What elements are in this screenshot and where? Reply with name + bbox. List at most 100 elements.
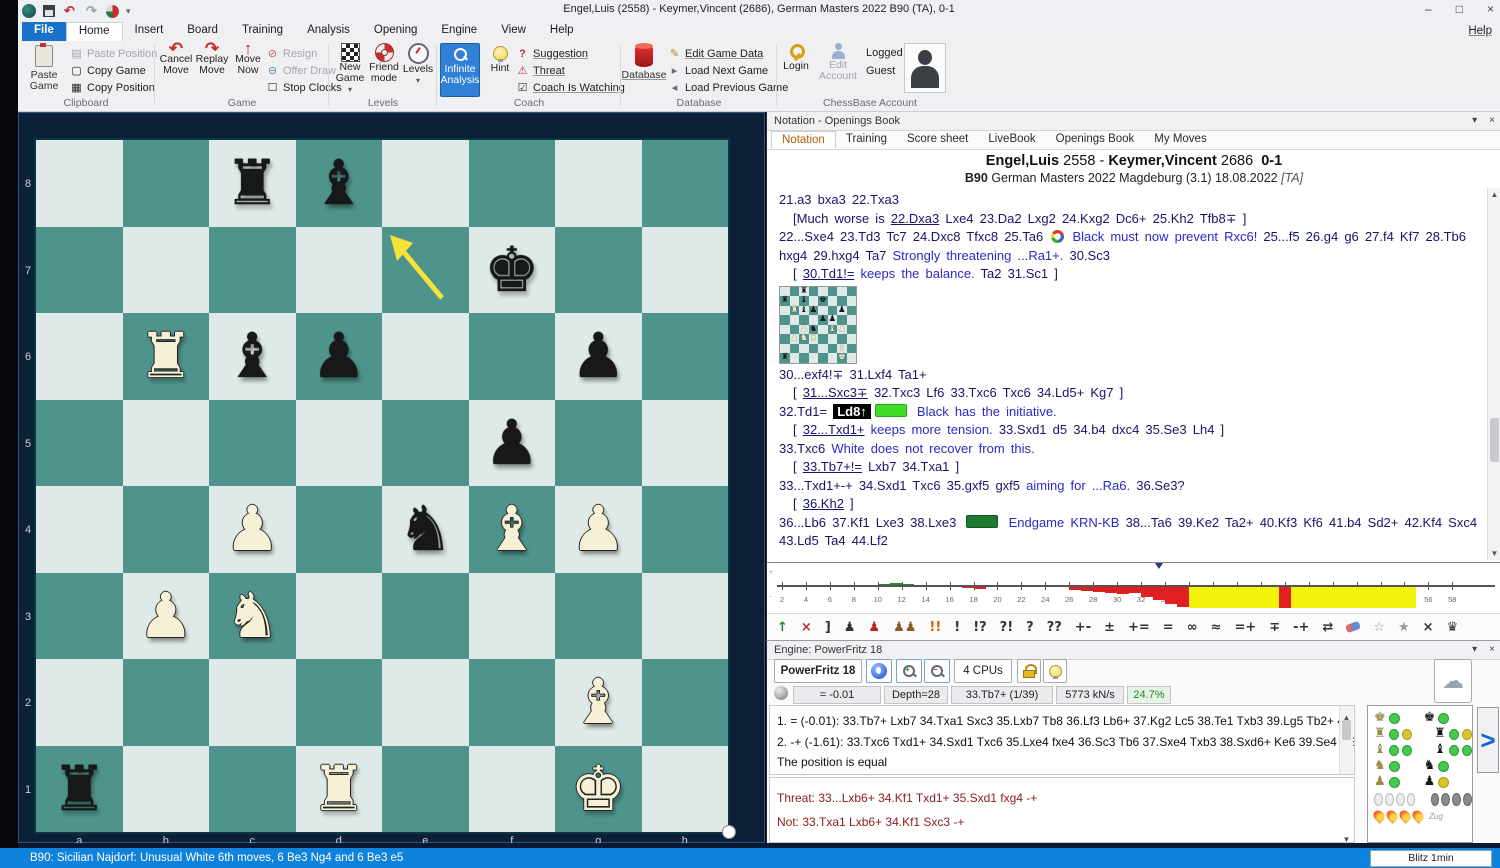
login-button[interactable]: Login [780,43,812,95]
move-text[interactable]: 30.Sc3 [1069,248,1109,263]
piece-black-K-f7[interactable]: ♚ [469,227,556,314]
move-text[interactable]: Endgame KRN-KB [1002,515,1125,530]
move-text[interactable]: 33.Sxd1 d5 34.b4 dxc4 35.Se3 Lh4 ] [999,422,1224,437]
square-h3[interactable] [642,573,729,660]
move-text[interactable]: Black must now prevent Rxc6! [1066,229,1263,244]
annotation-symbol-11[interactable]: ?? [1047,620,1062,635]
annotation-symbol-13[interactable]: ± [1104,620,1115,635]
square-b1[interactable] [123,746,210,833]
square-h1[interactable] [642,746,729,833]
square-a4[interactable] [36,486,123,573]
engine-name-button[interactable]: PowerFritz 18 [774,659,862,683]
friend-mode-button[interactable]: Friend mode [366,43,402,95]
paste-position-button[interactable]: ▤ Paste Position [70,45,157,62]
move-text[interactable]: [Much worse is [793,211,891,226]
annotation-symbol-21[interactable]: ⇄ [1322,620,1333,635]
move-now-button[interactable]: ↑ Move Now [230,43,266,95]
tab-training[interactable]: Training [230,22,295,41]
evaluation-chart[interactable]: + - 246810121416182022242628303234363840… [767,562,1500,614]
notation-line[interactable]: [ 30.Td1!= keeps the balance. Ta2 31.Sc1… [779,265,1483,284]
new-game-dropdown-icon[interactable]: ▾ [348,84,352,95]
engine-line-1[interactable]: 1. = (-0.01): 33.Tb7+ Lxb7 34.Txa1 Sxc3 … [777,711,1338,732]
square-c5[interactable] [209,400,296,487]
square-g8[interactable] [555,140,642,227]
tab-home[interactable]: Home [66,22,123,41]
annotation-symbol-7[interactable]: ! [954,620,960,635]
panel-dropdown-icon[interactable]: ▾ [1472,112,1477,130]
notation-panel-header[interactable]: Notation - Openings Book ▾ × [767,112,1500,131]
annotation-symbol-23[interactable]: ☆ [1373,620,1385,635]
notation-tab-training[interactable]: Training [836,131,897,149]
expand-panel-button[interactable]: > [1477,707,1499,773]
square-f2[interactable] [469,659,556,746]
move-text[interactable]: 33...Txd1+-+ 34.Sxd1 Txc6 35.gxf5 gxf5 [779,478,1026,493]
square-a5[interactable] [36,400,123,487]
annotation-symbol-16[interactable]: ∞ [1187,620,1198,635]
move-text[interactable]: ] [844,496,854,511]
square-h2[interactable] [642,659,729,746]
paste-game-button[interactable]: Paste Game [22,43,66,95]
piece-black-N-e4[interactable]: ♞ [382,486,469,573]
minimize-button[interactable]: – [1425,2,1432,16]
move-text[interactable]: 31...Sxc3∓ [803,385,868,400]
coach-watching-toggle[interactable]: ☑ Coach Is Watching [516,79,625,96]
load-previous-game-button[interactable]: ◂ Load Previous Game [668,79,788,96]
notation-tab-livebook[interactable]: LiveBook [978,131,1045,149]
notation-tab-notation[interactable]: Notation [771,131,836,149]
piece-black-P-f5[interactable]: ♟ [469,400,556,487]
annotation-symbol-10[interactable]: ? [1026,620,1034,635]
move-text[interactable]: 30...exf4!∓ 31.Lxf4 Ta1+ [779,367,927,382]
annotation-symbol-0[interactable]: ↑ [777,620,788,635]
notation-scrollbar[interactable]: ▲ ▼ [1487,188,1500,560]
annotation-symbol-2[interactable]: ] [825,620,831,635]
annotation-symbol-24[interactable]: ★ [1398,620,1410,635]
avatar[interactable] [904,43,946,93]
stop-clocks-checkbox[interactable]: ☐ [266,81,279,94]
annotation-symbol-14[interactable]: += [1128,620,1150,635]
square-c2[interactable] [209,659,296,746]
square-h6[interactable] [642,313,729,400]
hint-button[interactable]: Hint [482,43,518,95]
move-text[interactable]: [ [793,496,803,511]
tab-view[interactable]: View [489,22,538,41]
square-e8[interactable] [382,140,469,227]
square-h5[interactable] [642,400,729,487]
move-text[interactable]: Lxe4 23.Da2 Lxg2 24.Kxg2 Dc6+ 25.Kh2 Tfb… [939,211,1246,226]
square-b2[interactable] [123,659,210,746]
notation-line[interactable]: [ 32...Txd1+ keeps more tension. 33.Sxd1… [779,421,1483,440]
square-a6[interactable] [36,313,123,400]
scroll-up-icon[interactable]: ▲ [1488,190,1500,199]
notation-line[interactable]: 21.a3 bxa3 22.Txa3 [779,191,1483,210]
edit-account-button[interactable]: Edit Account [816,43,860,95]
move-text[interactable]: 36...Lb6 37.Kf1 Lxe3 38.Lxe3 [779,515,962,530]
square-a7[interactable] [36,227,123,314]
cancel-move-button[interactable]: ↶ Cancel Move [158,43,194,95]
engine-lines-scrollbar[interactable]: ▲ [1339,706,1353,774]
notation-line[interactable]: 33.Txc6 White does not recover from this… [779,440,1483,459]
switch-engine-button[interactable] [866,659,892,683]
square-c1[interactable] [209,746,296,833]
square-a8[interactable] [36,140,123,227]
engine-scrollbar-thumb[interactable] [1342,720,1351,740]
move-text[interactable]: Lxb7 34.Txa1 ] [862,459,959,474]
move-text[interactable]: Strongly threatening ...Ra1+. [893,248,1070,263]
move-text[interactable]: 33.Txc6 [779,441,831,456]
tab-help[interactable]: Help [538,22,586,41]
square-b4[interactable] [123,486,210,573]
tab-engine[interactable]: Engine [429,22,489,41]
annotation-symbol-8[interactable]: !? [973,620,986,635]
piece-white-P-g4[interactable]: ♟ [555,486,642,573]
move-text[interactable]: keeps more tension. [865,422,999,437]
notation-line[interactable]: 30...exf4!∓ 31.Lxf4 Ta1+ [779,366,1483,385]
tab-analysis[interactable]: Analysis [295,22,362,41]
piece-white-B-f4[interactable]: ♝ [469,486,556,573]
engine-hint-button[interactable] [1043,659,1067,683]
move-text[interactable]: 32...Txd1+ [803,422,865,437]
move-text[interactable]: 32.Txc3 Lf6 33.Txc6 Txc6 34.Ld5+ Kg7 ] [868,385,1123,400]
close-button[interactable]: × [1487,2,1494,16]
piece-white-R-d1[interactable]: ♜ [296,746,383,833]
suggestion-button[interactable]: ? Suggestion [516,45,588,62]
edit-game-data-button[interactable]: ✎ Edit Game Data [668,45,763,62]
square-a2[interactable] [36,659,123,746]
piece-white-P-b3[interactable]: ♟ [123,573,210,660]
